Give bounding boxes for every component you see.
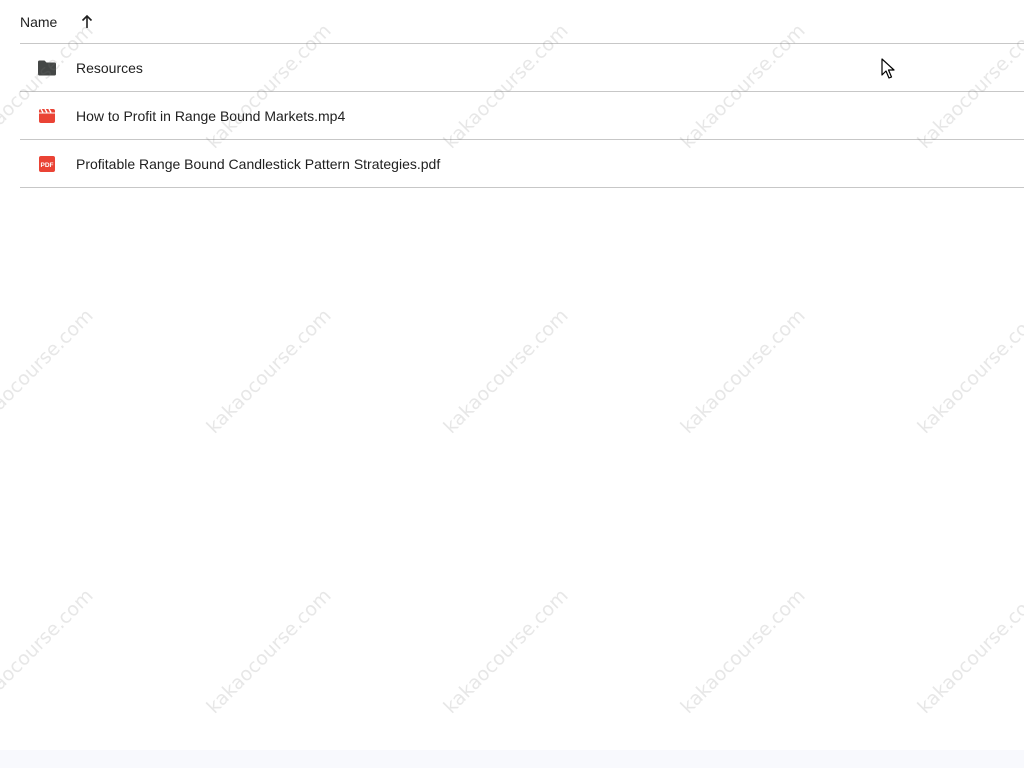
- pdf-icon-text: PDF: [41, 162, 54, 169]
- arrow-up-icon[interactable]: [79, 14, 95, 30]
- file-name: Resources: [76, 59, 143, 76]
- file-row-resources[interactable]: Resources: [20, 44, 1024, 92]
- watermark-text: kakaocourse.com: [439, 584, 573, 718]
- bottom-bar: [0, 750, 1024, 768]
- file-list-header: Name: [20, 0, 1024, 44]
- file-name: How to Profit in Range Bound Markets.mp4: [76, 107, 346, 124]
- file-list: Resources How to Profit in Range Bound M…: [20, 44, 1024, 188]
- watermark-text: kakaocourse.com: [0, 584, 98, 718]
- folder-icon: [37, 58, 57, 78]
- file-name: Profitable Range Bound Candlestick Patte…: [76, 155, 441, 172]
- file-row-video[interactable]: How to Profit in Range Bound Markets.mp4: [20, 92, 1024, 140]
- pdf-icon: PDF: [37, 154, 57, 174]
- file-row-pdf[interactable]: PDF Profitable Range Bound Candlestick P…: [20, 140, 1024, 188]
- watermark-text: kakaocourse.com: [913, 584, 1024, 718]
- watermark-text: kakaocourse.com: [439, 304, 573, 438]
- watermark-text: kakaocourse.com: [0, 304, 98, 438]
- watermark-text: kakaocourse.com: [676, 304, 810, 438]
- video-icon: [37, 106, 57, 126]
- mouse-cursor-icon: [881, 58, 895, 80]
- watermark-text: kakaocourse.com: [676, 584, 810, 718]
- name-column-label: Name: [20, 13, 58, 30]
- watermark-text: kakaocourse.com: [913, 304, 1024, 438]
- file-list-page: Name Resources How to Profit in Range Bo…: [0, 0, 1024, 768]
- name-column-header[interactable]: Name: [20, 14, 95, 30]
- watermark-text: kakaocourse.com: [202, 584, 336, 718]
- watermark-text: kakaocourse.com: [202, 304, 336, 438]
